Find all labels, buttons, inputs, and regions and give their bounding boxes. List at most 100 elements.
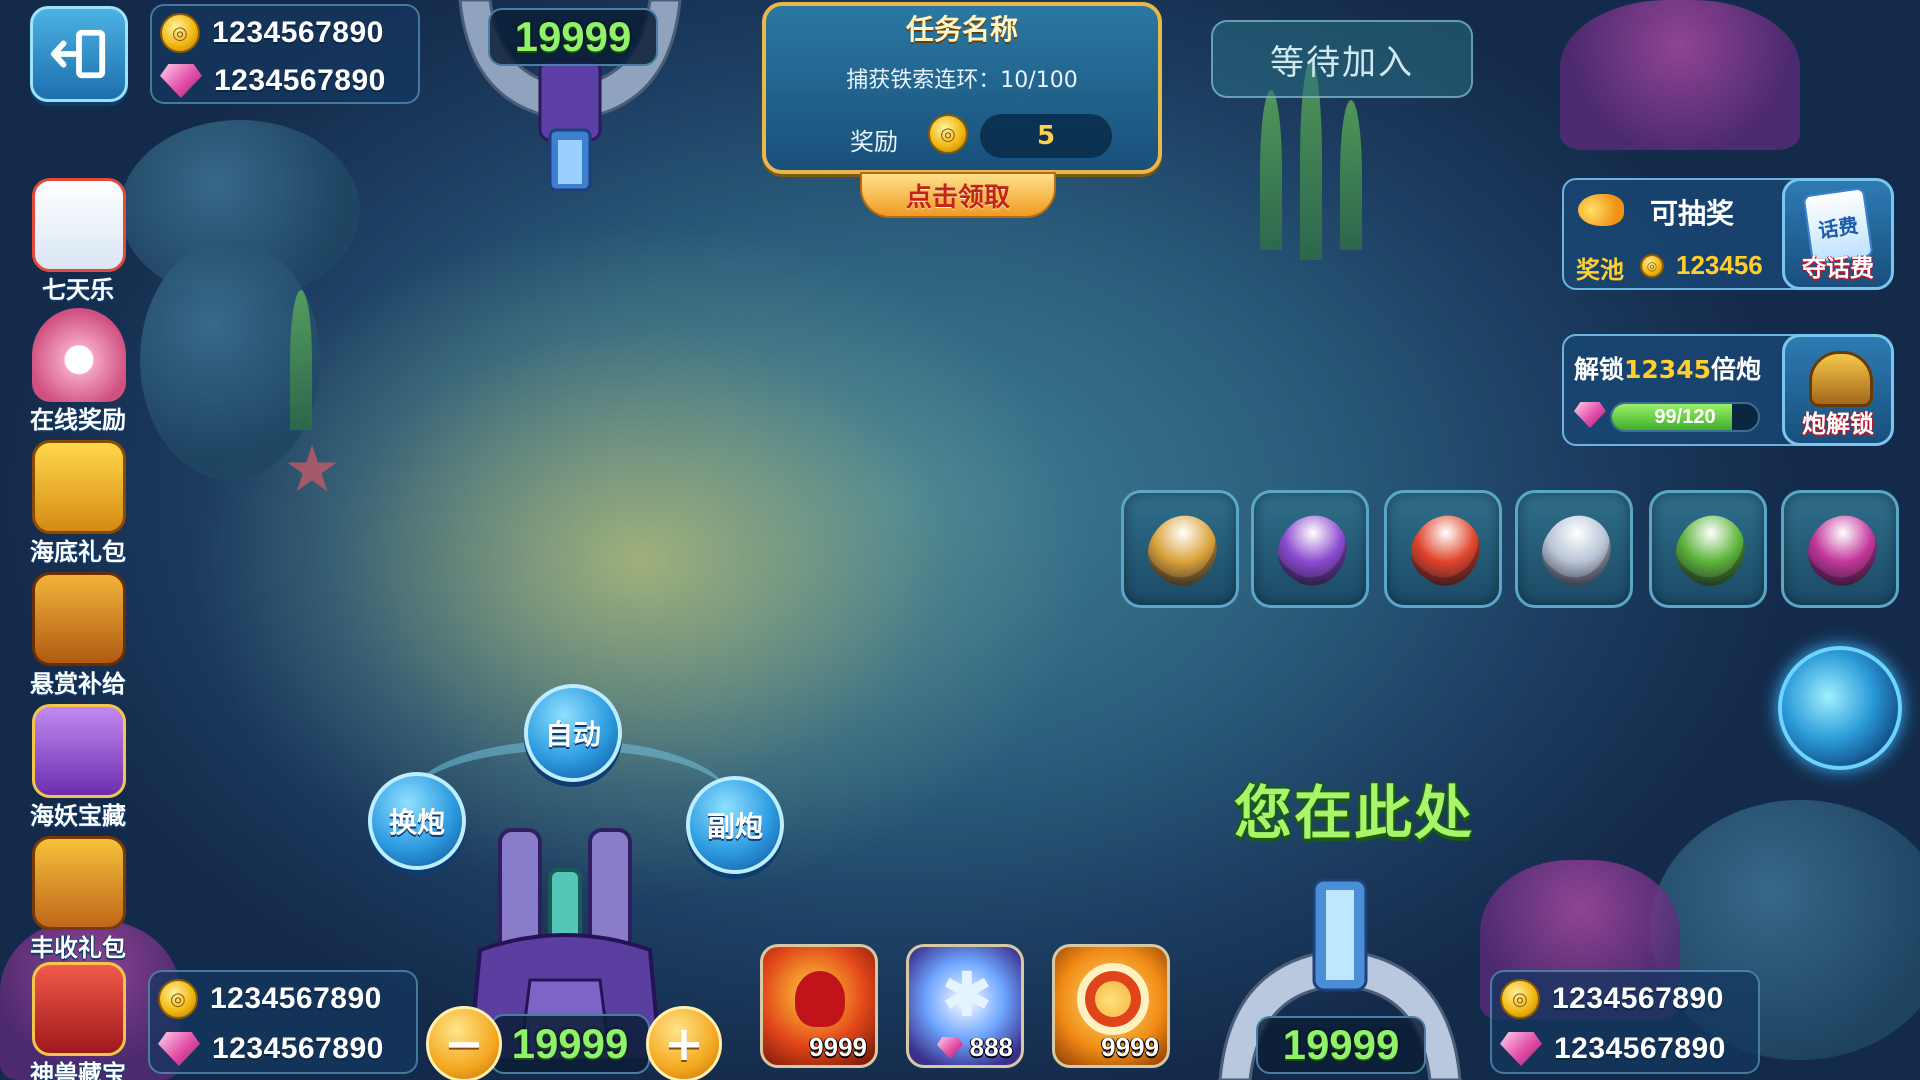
gem-icon: [160, 64, 202, 98]
freeze-item-count: 888: [969, 1032, 1013, 1062]
torpedo-slot[interactable]: [1121, 490, 1239, 608]
gem-balance: 1234567890: [212, 1032, 384, 1065]
lock-target-item-slot[interactable]: 9999: [1052, 944, 1170, 1068]
coin-icon: ◎: [1500, 979, 1540, 1019]
player-cannon-level: 19999: [490, 1014, 650, 1074]
coin-balance: 1234567890: [210, 982, 382, 1015]
background-coral: [1560, 0, 1800, 150]
phone-card-text: 话费: [1816, 212, 1860, 243]
task-reward-label: 奖励: [850, 128, 898, 156]
lottery-pool-label: 奖池: [1576, 256, 1624, 284]
side-item-bounty-supply[interactable]: 悬赏补给: [18, 572, 138, 700]
lottery-panel: 可抽奖 奖池 ◎ 123456: [1562, 178, 1812, 290]
gem-balance: 1234567890: [214, 64, 386, 97]
pearl-shell-icon: [32, 308, 126, 402]
wait-join-seat[interactable]: 等待加入: [1211, 20, 1473, 98]
fish-icon: [1578, 194, 1624, 226]
ice-crystal-icon: ✱: [941, 958, 993, 1031]
coin-balance: 1234567890: [1552, 982, 1724, 1015]
unlock-prefix: 解锁: [1574, 355, 1625, 384]
gem-icon: [1574, 402, 1606, 428]
skill-orb-button[interactable]: [1778, 646, 1902, 770]
torpedo-slot[interactable]: [1649, 490, 1767, 608]
coin-icon: ◎: [928, 114, 968, 154]
coin-icon: ◎: [1640, 254, 1664, 278]
side-item-label: 七天乐: [42, 276, 114, 304]
freeze-item-slot[interactable]: ✱ 888: [906, 944, 1024, 1068]
exit-icon: [50, 29, 106, 79]
claim-reward-button[interactable]: 点击领取: [860, 172, 1056, 218]
coin-icon: ◎: [160, 13, 200, 53]
side-item-label: 神兽藏宝: [30, 1060, 126, 1080]
unlock-suffix: 倍炮: [1711, 355, 1762, 384]
lottery-pool-value: 123456: [1676, 250, 1763, 280]
starfish-decoration: ★: [283, 433, 341, 507]
lock-target-item-count: 9999: [1101, 1032, 1159, 1062]
rage-item-count: 9999: [809, 1032, 867, 1062]
side-item-label: 海妖宝藏: [30, 802, 126, 830]
torpedo-slot[interactable]: [1781, 490, 1899, 608]
red-chest-icon: [32, 962, 126, 1056]
side-item-label: 海底礼包: [30, 538, 126, 566]
player-wallet: ◎ 1234567890 1234567890: [148, 970, 418, 1074]
torpedo-slot[interactable]: [1515, 490, 1633, 608]
coin-balance: 1234567890: [212, 16, 384, 49]
unlock-cannon-button[interactable]: 炮解锁: [1782, 334, 1894, 446]
crosshair-icon: [1077, 963, 1149, 1035]
coin-icon: ◎: [158, 979, 198, 1019]
decrease-level-button[interactable]: −: [426, 1006, 502, 1080]
task-panel: 任务名称 捕获铁索连环：10/100 奖励 ◎ 5: [762, 2, 1162, 174]
gem-icon: [158, 1032, 200, 1066]
harvest-chest-icon: [32, 836, 126, 930]
increase-level-button[interactable]: +: [646, 1006, 722, 1080]
other-player-wallet: ◎ 1234567890 1234567890: [1490, 970, 1760, 1074]
unlock-progress-text: 99/120: [1654, 406, 1716, 428]
unlock-multiplier: 12345: [1624, 355, 1711, 384]
lottery-title: 可抽奖: [1650, 197, 1735, 230]
green-torpedo-icon: [1663, 502, 1759, 598]
gem-icon: [1500, 1032, 1542, 1066]
unlock-cannon-label: 炮解锁: [1802, 410, 1874, 438]
rage-item-slot[interactable]: 9999: [760, 944, 878, 1068]
cannon-icon: [1809, 351, 1873, 407]
task-description: 捕获铁索连环：10/100: [846, 68, 1078, 93]
gift-chest-icon: [32, 440, 126, 534]
treasure-chest-icon: [32, 572, 126, 666]
win-phone-credit-label: 夺话费: [1802, 254, 1874, 282]
unlock-progress-bar: 99/120: [1610, 402, 1760, 432]
side-item-label: 丰收礼包: [30, 934, 126, 962]
background-seaweed: [290, 290, 312, 430]
top-left-wallet: ◎ 1234567890 1234567890: [150, 4, 420, 104]
side-item-beast-treasure[interactable]: 神兽藏宝: [18, 962, 138, 1080]
red-torpedo-icon: [1398, 502, 1494, 598]
silver-torpedo-icon: [1529, 502, 1625, 598]
cannon-unlock-panel: 解锁12345倍炮 99/120: [1562, 334, 1812, 446]
auto-fire-button[interactable]: 自动: [524, 684, 622, 782]
torpedo-slot[interactable]: [1251, 490, 1369, 608]
side-item-seven-days[interactable]: 七天乐: [18, 178, 138, 306]
gem-balance: 1234567890: [1554, 1032, 1726, 1065]
gem-icon: [937, 1037, 963, 1059]
magenta-torpedo-icon: [1795, 502, 1891, 598]
background-seaweed: [1340, 100, 1362, 250]
side-item-label: 在线奖励: [30, 406, 126, 434]
other-player-cannon-level: 19999: [1256, 1016, 1426, 1074]
side-item-label: 悬赏补给: [30, 670, 126, 698]
exit-button[interactable]: [30, 6, 128, 102]
side-item-sea-gift[interactable]: 海底礼包: [18, 440, 138, 568]
task-reward-value: 5: [980, 114, 1112, 158]
purple-chest-icon: [32, 704, 126, 798]
side-item-online-reward[interactable]: 在线奖励: [18, 308, 138, 436]
torpedo-slot[interactable]: [1384, 490, 1502, 608]
unlock-title: 解锁12345倍炮: [1574, 350, 1761, 386]
you-are-here-label: 您在此处: [1234, 779, 1475, 847]
rage-icon: [795, 971, 845, 1027]
side-item-harvest-gift[interactable]: 丰收礼包: [18, 836, 138, 964]
calendar-icon: [32, 178, 126, 272]
side-item-siren-treasure[interactable]: 海妖宝藏: [18, 704, 138, 832]
background-seaweed: [1260, 90, 1282, 250]
task-title: 任务名称: [905, 13, 1018, 46]
win-phone-credit-button[interactable]: 话费 夺话费: [1782, 178, 1894, 290]
gold-torpedo-icon: [1135, 502, 1231, 598]
purple-torpedo-icon: [1265, 502, 1361, 598]
